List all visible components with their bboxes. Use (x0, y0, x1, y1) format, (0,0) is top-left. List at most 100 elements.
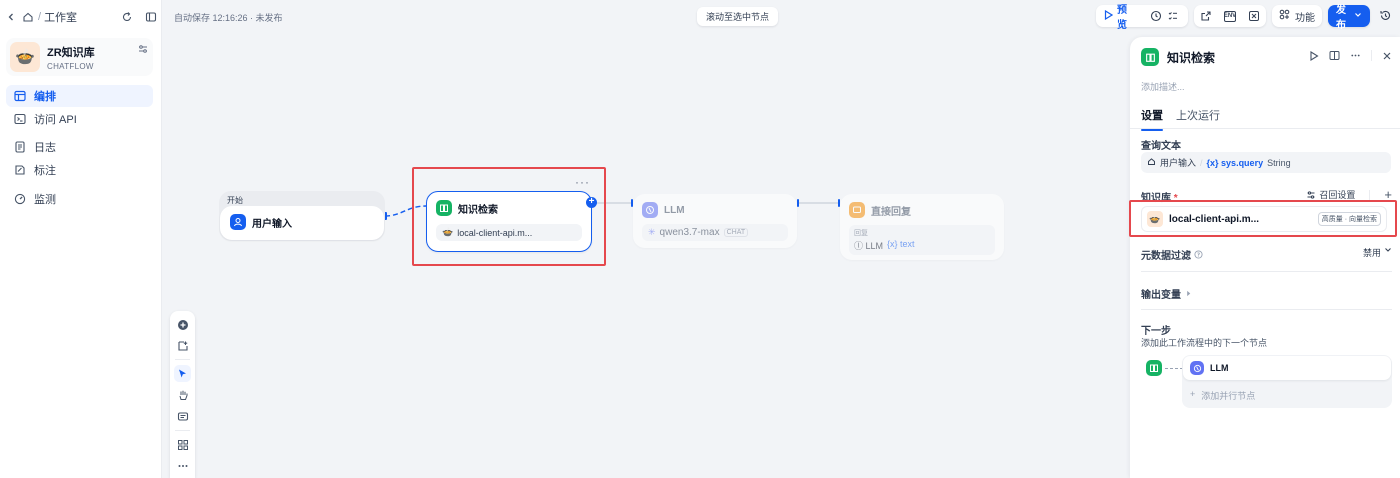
toolbar-utility-group: ENV (1194, 5, 1266, 27)
node-llm[interactable]: LLM ✳ qwen3.7-max CHAT (633, 194, 797, 248)
annotation-icon (14, 164, 26, 176)
node-title: 用户输入 (252, 218, 292, 230)
version-history-icon[interactable] (1379, 9, 1392, 25)
app-settings-icon[interactable] (137, 43, 149, 55)
layout-organize-icon[interactable] (174, 436, 191, 453)
description-input[interactable]: 添加描述... (1141, 80, 1185, 93)
node-config-panel: 知识检索 添加描述... 设置 上次运行 查询文本 用户输入 / {x} sys… (1130, 37, 1400, 478)
answer-section-label: 回复 (854, 230, 868, 237)
next-step-desc: 添加此工作流程中的下一个节点 (1141, 338, 1268, 348)
query-var: {x} sys.query (1206, 157, 1264, 168)
answer-icon (849, 202, 865, 218)
highlight-kb-item (1129, 200, 1397, 237)
panel-actions (1309, 50, 1392, 64)
output-vars-toggle[interactable]: 输出变量 (1141, 286, 1192, 301)
breadcrumb-studio[interactable]: 工作室 (44, 9, 77, 25)
sidebar-item-orchestrate[interactable]: 编排 (6, 85, 153, 107)
document-icon (14, 141, 26, 153)
divider (1371, 50, 1372, 61)
llm-icon (642, 202, 658, 218)
next-connector (1165, 368, 1183, 369)
model-pill: ✳ qwen3.7-max CHAT (642, 224, 788, 241)
layout-icon (14, 90, 26, 102)
sidebar-item-label: 编排 (34, 91, 56, 103)
sidebar-item-label: 访问 API (34, 114, 77, 126)
caret-right-icon (1187, 290, 1191, 297)
split-view-icon[interactable] (1329, 50, 1340, 64)
features-icon (1279, 9, 1290, 23)
refresh-icon[interactable] (120, 10, 134, 24)
play-icon[interactable] (1104, 9, 1114, 23)
sidebar-item-api[interactable]: 访问 API (6, 108, 153, 130)
next-nodes-box: LLM + 添加并行节点 (1182, 355, 1392, 408)
terminal-icon (14, 113, 26, 125)
plus-icon: + (1190, 389, 1196, 399)
publish-label: 发布 (1336, 5, 1346, 31)
panel-title[interactable]: 知识检索 (1167, 49, 1215, 66)
next-step-label: 下一步 (1141, 326, 1171, 337)
hand-icon[interactable] (174, 386, 191, 403)
publish-button[interactable]: 发布 (1328, 5, 1370, 31)
run-history-icon[interactable] (1150, 9, 1163, 23)
breadcrumb-separator: / (38, 11, 42, 23)
node-title: LLM (664, 204, 685, 216)
app-name: ZR知识库 (47, 46, 95, 59)
node-user-input[interactable]: 用户输入 (220, 206, 384, 240)
canvas-toolbar (170, 311, 195, 478)
more-icon[interactable] (1350, 50, 1361, 64)
more-icon[interactable] (174, 457, 191, 474)
model-mode-badge: CHAT (723, 228, 749, 237)
home-icon[interactable] (21, 10, 35, 24)
app-card[interactable]: 🍲 ZR知识库 CHATFLOW (6, 38, 153, 76)
add-parallel-node-button[interactable]: + 添加并行节点 (1190, 389, 1255, 402)
sidebar-item-label: 日志 (34, 142, 56, 154)
sidebar-toggle-icon[interactable] (144, 10, 158, 24)
pointer-icon[interactable] (174, 365, 191, 382)
sidebar-item-label: 监测 (34, 194, 56, 206)
separator (1141, 271, 1392, 272)
tabs-divider (1130, 128, 1400, 129)
ref-node: ⓛ LLM (854, 241, 884, 251)
answer-content: 回复 ⓛ LLM {x} text (849, 225, 995, 255)
chevron-down-icon (1354, 11, 1362, 22)
chevron-down-icon (1385, 248, 1391, 252)
add-node-icon[interactable] (174, 316, 191, 333)
chevron-left-icon[interactable] (4, 10, 18, 24)
workflow-canvas[interactable]: 自动保存 12:16:26 · 未发布 滚动至选中节点 开始 用户输入 知识检索 (162, 0, 1128, 478)
llm-icon (1190, 361, 1204, 375)
svg-text:?: ? (1197, 253, 1200, 259)
variable-icon[interactable] (1247, 9, 1261, 23)
checklist-icon[interactable] (1167, 9, 1180, 23)
metadata-filter-label: 元数据过滤 ? (1141, 247, 1203, 262)
divider (1369, 189, 1371, 200)
close-icon[interactable] (1382, 50, 1392, 64)
preview-button[interactable]: 预览 (1117, 1, 1136, 31)
export-icon[interactable] (1199, 9, 1213, 23)
start-node-icon (1147, 157, 1156, 168)
help-icon: ? (1194, 250, 1203, 259)
sidebar-item-logs[interactable]: 日志 (6, 136, 153, 158)
node-direct-answer[interactable]: 直接回复 回复 ⓛ LLM {x} text (840, 194, 1004, 260)
handle-llm-out (797, 199, 799, 207)
next-node-llm[interactable]: LLM (1183, 356, 1391, 380)
features-button[interactable]: 功能 (1272, 5, 1322, 27)
app-type: CHATFLOW (47, 61, 94, 71)
query-variable-field[interactable]: 用户输入 / {x} sys.query String (1141, 152, 1391, 173)
app-icon: 🍲 (10, 42, 40, 72)
run-node-icon[interactable] (1309, 50, 1319, 64)
sidebar-item-monitoring[interactable]: 监测 (6, 188, 153, 210)
comment-icon[interactable] (174, 408, 191, 425)
breadcrumb[interactable]: / 工作室 (4, 9, 77, 25)
user-icon (230, 214, 246, 230)
ref-var: {x} text (887, 239, 915, 249)
add-note-icon[interactable] (174, 337, 191, 354)
book-icon (1146, 360, 1162, 376)
panel-header: 知识检索 (1141, 48, 1215, 66)
sliders-icon (1307, 190, 1315, 199)
sidebar-item-annotations[interactable]: 标注 (6, 159, 153, 181)
metadata-filter-select[interactable]: 禁用 (1363, 246, 1392, 259)
separator (1141, 309, 1392, 310)
env-icon[interactable]: ENV (1224, 10, 1236, 22)
sidebar-header: / 工作室 (4, 8, 158, 26)
next-node-title: LLM (1210, 363, 1229, 373)
